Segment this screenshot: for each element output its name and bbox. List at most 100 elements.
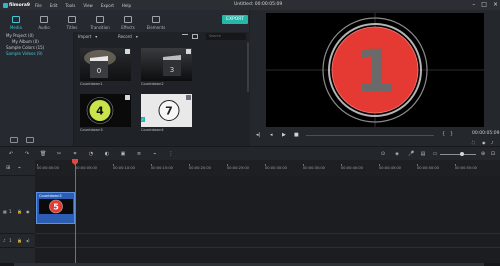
ruler-tick — [455, 164, 456, 166]
render-icon[interactable]: ⊙ — [380, 151, 386, 157]
link-icon[interactable]: ⌁ — [18, 165, 21, 171]
tab-media[interactable]: Media — [2, 12, 30, 32]
project-title: Untitled: — [234, 2, 254, 7]
media-library: Import ▾ Record ▾ Search 0 Countdown1 3 … — [74, 32, 250, 146]
new-folder-icon[interactable] — [10, 137, 18, 143]
record-label: Record — [118, 34, 132, 39]
title-bar: filmora9 File Edit Tools View Export Hel… — [0, 0, 500, 10]
clapperboard-image: 3 — [163, 55, 181, 76]
fullscreen-icon[interactable]: ⛶ — [472, 140, 475, 145]
add-track-icon[interactable]: ⊞ — [6, 165, 10, 171]
tree-item-sample-videos[interactable]: Sample Videos (9) — [0, 51, 73, 57]
media-thumbnail-countdown3[interactable]: 4 — [80, 94, 131, 127]
zoom-fit-icon[interactable]: ⊡ — [490, 151, 496, 157]
lock-icon[interactable]: 🔒 — [17, 209, 22, 214]
window-title: Untitled: 00:00:05:09 — [234, 2, 282, 7]
grid-view-icon[interactable] — [192, 34, 198, 39]
media-label-countdown4: Countdown4 — [141, 128, 164, 132]
media-thumbnail-countdown4[interactable]: 7 ✓ — [141, 94, 192, 127]
subtitle-icon[interactable]: ▤ — [420, 151, 426, 157]
tab-effects[interactable]: Effects — [114, 12, 142, 32]
preview-digit: 1 — [355, 37, 395, 105]
preview-timecode: 00:00:05:09 — [472, 131, 500, 136]
search-input[interactable]: Search — [206, 33, 246, 40]
ruler-label: 00:00:20:00 — [189, 166, 211, 170]
menu-bar: File Edit Tools View Export Help — [35, 3, 131, 8]
ruler-label: 00:00:35:00 — [303, 166, 325, 170]
undo-icon[interactable]: ↶ — [8, 151, 14, 157]
step-back-icon[interactable]: ◂| — [256, 132, 260, 138]
zoom-in-icon[interactable]: ⊕ — [480, 151, 486, 157]
added-check-icon: ✓ — [141, 117, 145, 122]
ruler-label: 00:00:15:00 — [151, 166, 173, 170]
snapshot-icon[interactable]: ◉ — [482, 140, 486, 145]
library-scrollbar[interactable] — [247, 42, 249, 92]
effects-icon — [124, 16, 132, 23]
menu-tools[interactable]: Tools — [65, 3, 75, 8]
window-controls: – □ × — [472, 1, 498, 8]
timeline-clip-countdown3[interactable]: Countdown3 5 — [36, 192, 75, 224]
delete-icon[interactable]: 🗑 — [40, 151, 46, 157]
menu-edit[interactable]: Edit — [50, 3, 58, 8]
voiceover-icon[interactable]: ⋮ — [168, 151, 174, 157]
ruler-label: 00:00:45:00 — [379, 166, 401, 170]
tab-audio-label: Audio — [38, 25, 50, 30]
media-thumbnail-countdown1[interactable]: 0 — [80, 48, 131, 81]
snapshot-icon[interactable]: ▭ — [432, 151, 438, 157]
ruler-label: 00:00:10:00 — [113, 166, 135, 170]
ruler-label: 00:00:05:00 — [75, 166, 97, 170]
tab-transition[interactable]: Transition — [86, 12, 114, 32]
crop-icon[interactable]: ⌗ — [72, 151, 78, 157]
mark-out-icon[interactable]: } — [450, 131, 453, 137]
lock-icon[interactable]: 🔒 — [17, 238, 22, 243]
countdown-image: 4 — [86, 97, 114, 124]
ruler-tick — [113, 164, 114, 166]
mark-in-icon[interactable]: { — [442, 131, 445, 137]
ruler-tick — [379, 164, 380, 166]
tab-elements[interactable]: Elements — [142, 12, 170, 32]
logo-text: filmora9 — [9, 2, 31, 8]
playhead-line[interactable] — [75, 160, 76, 266]
import-dropdown[interactable]: Import ▾ — [78, 34, 114, 39]
filter-icon[interactable] — [182, 34, 188, 39]
chevron-down-icon: ▾ — [135, 34, 138, 39]
video-track-1[interactable]: Countdown3 5 — [35, 176, 500, 234]
preview-progress-bar[interactable] — [306, 135, 434, 136]
menu-file[interactable]: File — [35, 3, 42, 8]
green-screen-icon[interactable]: ▣ — [120, 151, 126, 157]
redo-icon[interactable]: ↷ — [24, 151, 30, 157]
delete-folder-icon[interactable] — [26, 137, 34, 143]
volume-icon[interactable]: ♪ — [491, 140, 494, 145]
clapperboard-image: 0 — [84, 50, 116, 78]
record-dropdown[interactable]: Record ▾ — [118, 34, 154, 39]
rewind-icon[interactable]: ◂ — [270, 132, 273, 138]
export-button[interactable]: EXPORT — [222, 15, 248, 24]
zoom-slider-knob[interactable] — [460, 152, 464, 156]
audio-mixer-icon[interactable]: ≡ — [136, 151, 142, 157]
zoom-slider[interactable] — [440, 154, 476, 155]
ruler-label: 00:00:30:00 — [265, 166, 287, 170]
timeline-toolbar: ↶ ↷ 🗑 ✂ ⌗ ◔ ◐ ▣ ≡ ⌁ ⋮ ⊙ ◈ 🎤 ▤ ▭ ⊕ ⊡ — [0, 146, 500, 160]
speaker-icon[interactable]: ◂) — [26, 238, 30, 243]
media-thumbnail-countdown2[interactable]: 3 — [141, 48, 192, 81]
eye-icon[interactable]: ◉ — [26, 209, 30, 214]
menu-export[interactable]: Export — [101, 3, 114, 8]
play-icon[interactable]: ▶ — [282, 132, 286, 138]
maximize-icon[interactable]: □ — [481, 1, 487, 8]
microphone-icon[interactable]: 🎤 — [408, 151, 414, 157]
tab-titles[interactable]: Titles — [58, 12, 86, 32]
menu-help[interactable]: Help — [122, 3, 131, 8]
menu-view[interactable]: View — [83, 3, 93, 8]
close-icon[interactable]: × — [493, 1, 498, 8]
cut-icon[interactable]: ✂ — [56, 151, 62, 157]
timeline-ruler[interactable]: 00:00:00:00 00:00:05:00 00:00:10:00 00:00:1… — [35, 160, 500, 176]
minimize-icon[interactable]: – — [472, 1, 475, 8]
ruler-label: 00:00:50:00 — [417, 166, 439, 170]
audio-track-1[interactable] — [35, 234, 500, 248]
adjust-icon[interactable]: ⌁ — [152, 151, 158, 157]
color-icon[interactable]: ◐ — [104, 151, 110, 157]
tab-audio[interactable]: Audio — [30, 12, 58, 32]
marker-icon[interactable]: ◈ — [394, 151, 400, 157]
speed-icon[interactable]: ◔ — [88, 151, 94, 157]
stop-icon[interactable]: ■ — [294, 132, 299, 138]
